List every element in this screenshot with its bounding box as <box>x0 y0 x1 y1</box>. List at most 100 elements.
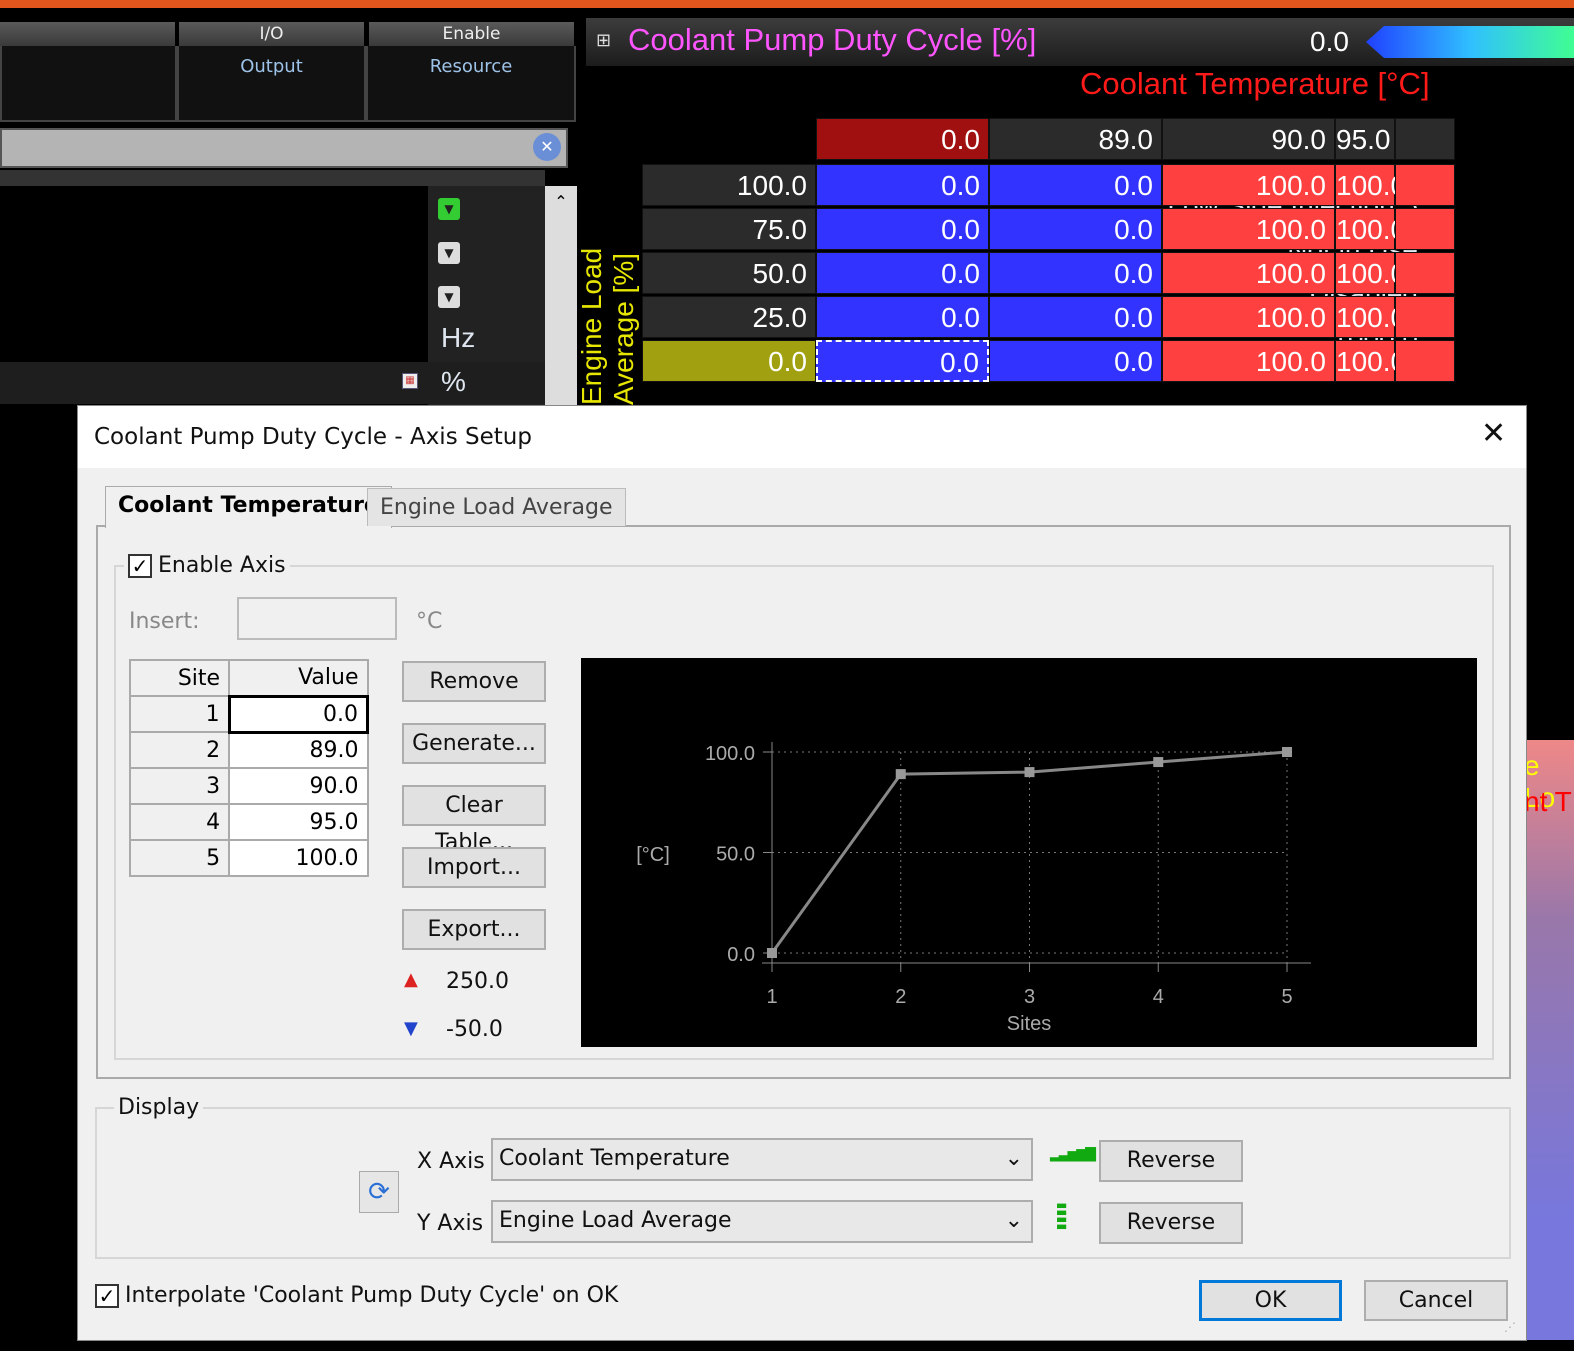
dropdown-icon[interactable]: ▼ <box>438 242 460 264</box>
export-button[interactable]: Export... <box>402 909 546 950</box>
table-cell[interactable]: 100.0 <box>1162 164 1335 206</box>
filter-input[interactable] <box>0 128 568 168</box>
table-cell[interactable]: 0.0 <box>816 340 989 382</box>
scroll-up-icon[interactable]: ⌃ <box>545 192 577 211</box>
table-row: 2 89.0 <box>128 731 369 769</box>
data-point <box>767 948 777 958</box>
axis-chart: 0.0 50.0 100.0 1 2 3 4 5 Sites [°C] <box>581 658 1477 1047</box>
close-icon[interactable]: ✕ <box>1481 416 1506 451</box>
property-unit: Hz <box>441 322 476 353</box>
x-breakpoint[interactable]: 89.0 <box>989 118 1162 160</box>
table-cell[interactable]: 0.0 <box>816 296 989 338</box>
x-axis-label: Sites <box>1007 1013 1051 1035</box>
insert-input[interactable] <box>237 597 397 640</box>
y-breakpoint[interactable]: 100.0 <box>642 164 816 206</box>
chevron-down-icon: ⌄ <box>1004 1208 1023 1233</box>
y-breakpoint[interactable]: 0.0 <box>642 340 816 382</box>
table-cell[interactable]: 0.0 <box>816 208 989 250</box>
enable-axis-checkbox[interactable]: ✓ Enable Axis <box>124 553 290 578</box>
table-cell[interactable]: 100.0 <box>1335 208 1406 250</box>
table-cell[interactable]: 0.0 <box>989 252 1162 294</box>
y-breakpoint[interactable]: 25.0 <box>642 296 816 338</box>
table-cell[interactable]: 0.0 <box>816 164 989 206</box>
ok-button[interactable]: OK <box>1199 1280 1342 1321</box>
y-axis-select[interactable]: Engine Load Average ⌄ <box>491 1200 1033 1243</box>
value-cell[interactable]: 89.0 <box>228 731 369 769</box>
table-cell[interactable]: 0.0 <box>989 340 1162 382</box>
table-cell[interactable] <box>1395 340 1455 382</box>
y-reverse-button[interactable]: Reverse <box>1099 1202 1243 1244</box>
interpolate-checkbox[interactable]: ✓ Interpolate 'Coolant Pump Duty Cycle' o… <box>95 1283 618 1308</box>
x-reverse-button[interactable]: Reverse <box>1099 1140 1243 1182</box>
cancel-button[interactable]: Cancel <box>1364 1280 1508 1321</box>
x-breakpoint[interactable]: 0.0 <box>816 118 989 160</box>
table-cell[interactable] <box>1395 296 1455 338</box>
dialog-title: Coolant Pump Duty Cycle - Axis Setup <box>94 424 532 450</box>
list-header <box>0 170 545 186</box>
table-cell[interactable] <box>1395 164 1455 206</box>
interpolate-label: Interpolate 'Coolant Pump Duty Cycle' on… <box>125 1283 619 1308</box>
column-header-io[interactable]: I/O <box>179 22 364 46</box>
table-cell[interactable]: 0.0 <box>989 208 1162 250</box>
tab-coolant-temperature[interactable]: Coolant Temperature <box>105 486 392 528</box>
scrollbar[interactable]: ⌃ <box>545 186 577 405</box>
table-cell[interactable]: 0.0 <box>989 296 1162 338</box>
x-tick-label: 4 <box>1153 986 1164 1008</box>
import-button[interactable]: Import... <box>402 847 546 888</box>
y-breakpoint[interactable]: 50.0 <box>642 252 816 294</box>
value-cell[interactable]: 90.0 <box>228 767 369 805</box>
table-cell[interactable]: 100.0 <box>1335 296 1406 338</box>
generate-button[interactable]: Generate... <box>402 723 546 764</box>
tab-engine-load-average[interactable]: Engine Load Average <box>367 488 626 526</box>
value-cell[interactable]: 0.0 <box>227 694 370 734</box>
value-cell[interactable]: 95.0 <box>228 803 369 841</box>
x-breakpoint[interactable]: 95.0 <box>1335 118 1395 160</box>
table-cell[interactable] <box>1395 208 1455 250</box>
table-cell[interactable]: 100.0 <box>1162 340 1335 382</box>
table-cell[interactable]: 100.0 <box>1162 296 1335 338</box>
table-cell[interactable]: 100.0 <box>1335 252 1406 294</box>
table-icon[interactable]: ▦ <box>402 373 418 389</box>
column-body <box>0 46 177 122</box>
stacked-bars-icon: ▬ ▬ ▬ ▬ <box>1056 1198 1068 1233</box>
value-cell[interactable]: 100.0 <box>228 839 369 877</box>
min-limit-value: -50.0 <box>446 1017 503 1042</box>
column-header-enable[interactable]: Enable <box>369 22 574 46</box>
min-limit-icon: ▼ <box>404 1018 418 1039</box>
insert-unit: °C <box>416 609 443 634</box>
data-point <box>1024 767 1035 778</box>
column-header[interactable] <box>0 22 175 46</box>
y-tick-label: 50.0 <box>716 844 755 866</box>
table-cell[interactable]: 100.0 <box>1335 340 1406 382</box>
table-cell[interactable]: 0.0 <box>816 252 989 294</box>
y-axis-title: Engine Load Average [%] <box>576 247 639 405</box>
checkbox-icon[interactable]: ✓ <box>128 553 152 578</box>
3d-x-label: nt T <box>1524 786 1572 817</box>
table-cell[interactable]: 100.0 <box>1162 252 1335 294</box>
table-cell[interactable]: 100.0 <box>1335 164 1406 206</box>
dropdown-icon[interactable]: ▼ <box>438 286 460 308</box>
table-cell[interactable]: 100.0 <box>1162 208 1335 250</box>
x-breakpoint[interactable] <box>1395 118 1455 160</box>
3d-surface-view <box>1527 740 1574 1340</box>
remove-button[interactable]: Remove <box>402 661 546 702</box>
clear-table-button[interactable]: Clear Table... <box>402 785 546 855</box>
y-breakpoint[interactable]: 75.0 <box>642 208 816 250</box>
table-row: 1 0.0 <box>128 694 370 734</box>
swap-axes-icon[interactable]: ⟳ <box>359 1171 399 1213</box>
table-cell[interactable] <box>1395 252 1455 294</box>
clear-filter-icon[interactable]: ✕ <box>533 133 561 161</box>
table-cell[interactable]: 0.0 <box>989 164 1162 206</box>
checkbox-icon[interactable]: ✓ <box>95 1283 119 1308</box>
chevron-down-icon: ⌄ <box>1004 1146 1023 1171</box>
column-body-output: Output <box>177 46 366 122</box>
resize-grip-icon[interactable]: ⋰ <box>1504 1320 1516 1334</box>
x-breakpoint[interactable]: 90.0 <box>1162 118 1335 160</box>
dropdown-icon[interactable]: ▼ <box>438 198 460 220</box>
x-axis-title: Coolant Temperature [°C] <box>1080 66 1430 101</box>
y-axis-value: Engine Load Average <box>499 1208 732 1233</box>
table-row: 5 100.0 <box>128 839 369 877</box>
max-limit-value: 250.0 <box>446 969 509 994</box>
x-axis-select[interactable]: Coolant Temperature ⌄ <box>491 1138 1033 1181</box>
y-tick-label: 0.0 <box>727 944 755 966</box>
